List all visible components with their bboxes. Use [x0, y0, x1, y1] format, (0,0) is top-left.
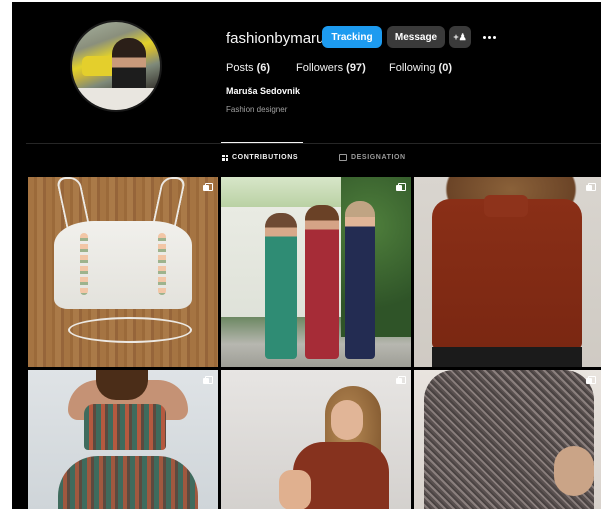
- arm: [554, 446, 594, 496]
- striped-skirt: [58, 456, 198, 509]
- followers-stat-label: Followers: [296, 62, 344, 74]
- following-stat[interactable]: Following (0): [389, 62, 452, 74]
- pants: [432, 347, 582, 367]
- striped-bodice: [84, 404, 166, 450]
- corset-embroidery-right: [158, 233, 166, 295]
- tracking-button[interactable]: Tracking: [322, 26, 382, 48]
- add-user-icon: +♟: [453, 31, 467, 42]
- profile-bio: Fashion designer: [226, 105, 288, 114]
- message-button[interactable]: Message: [387, 26, 445, 48]
- top-collar: [484, 195, 528, 217]
- posts-stat-label: Posts: [226, 62, 254, 74]
- posts-stat[interactable]: Posts (6): [226, 62, 270, 74]
- grid-icon: [222, 154, 228, 161]
- profile-page: fashionbymaru Tracking Message +♟ Posts …: [12, 2, 601, 509]
- person-red-gown: [305, 205, 339, 359]
- rust-top: [432, 199, 582, 349]
- multiple-photos-icon: [396, 183, 406, 192]
- tab-contributions[interactable]: CONTRIBUTIONS: [222, 154, 298, 161]
- post-tile-rust-tee[interactable]: [221, 370, 411, 509]
- multiple-photos-icon: [203, 183, 213, 192]
- tab-contributions-label: CONTRIBUTIONS: [232, 154, 299, 161]
- corset-body: [54, 221, 192, 309]
- avatar-table: [72, 88, 160, 110]
- profile-username: fashionbymaru: [226, 30, 325, 47]
- suggest-user-button[interactable]: +♟: [449, 26, 471, 48]
- active-tab-indicator: [221, 142, 303, 143]
- hair: [96, 370, 148, 400]
- multiple-photos-icon: [586, 376, 596, 385]
- profile-full-name: Maruša Sedovnik: [226, 86, 301, 96]
- following-stat-label: Following: [389, 62, 436, 74]
- profile-avatar[interactable]: [70, 20, 162, 112]
- post-tile-striped-set[interactable]: [28, 370, 218, 509]
- person-green-gown: [265, 213, 297, 359]
- person-navy-gown: [345, 201, 375, 359]
- face: [331, 400, 363, 440]
- followers-stat-value: 97: [349, 62, 363, 74]
- post-tile-prom-gowns[interactable]: [221, 177, 411, 367]
- corset-tie: [68, 317, 192, 343]
- multiple-photos-icon: [396, 376, 406, 385]
- multiple-photos-icon: [203, 376, 213, 385]
- post-tile-patterned-dress[interactable]: [414, 370, 601, 509]
- more-options-icon[interactable]: [480, 27, 498, 47]
- tab-designation-label: DESIGNATION: [351, 154, 406, 161]
- followers-stat[interactable]: Followers (97): [296, 62, 366, 74]
- tab-designation[interactable]: DESIGNATION: [339, 154, 406, 161]
- multiple-photos-icon: [586, 183, 596, 192]
- post-tile-rust-top[interactable]: [414, 177, 601, 367]
- arm: [279, 470, 311, 509]
- tag-icon: [339, 154, 347, 161]
- tabs-divider: [26, 143, 601, 144]
- corset-embroidery-left: [80, 233, 88, 295]
- post-tile-corset[interactable]: [28, 177, 218, 367]
